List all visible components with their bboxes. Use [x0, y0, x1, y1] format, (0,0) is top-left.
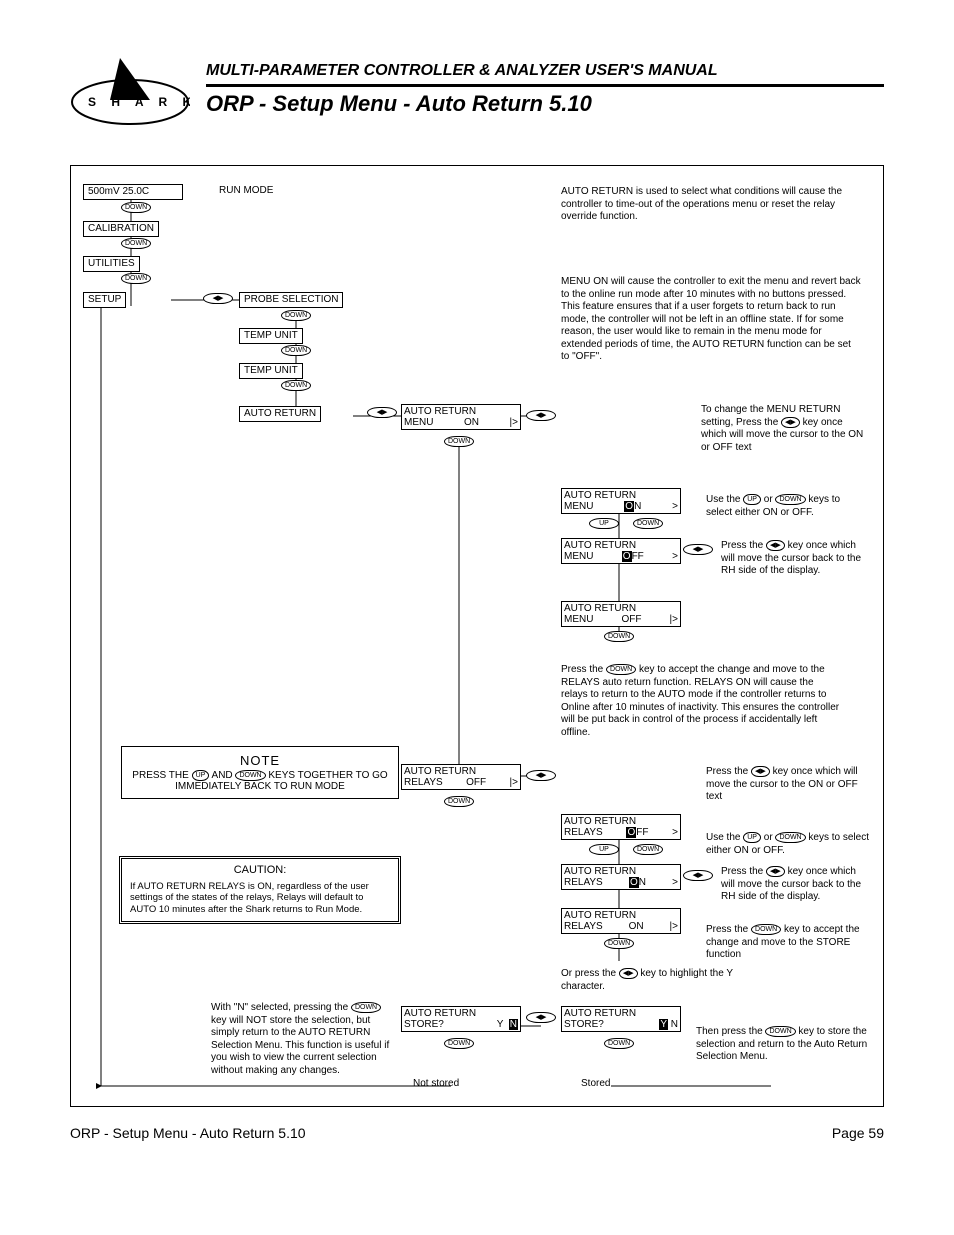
leftright-key-icon: ◀▶: [751, 766, 770, 777]
down-key-icon: DOWN: [121, 238, 151, 249]
down-key-icon: DOWN: [765, 1026, 795, 1037]
display-menu-on-highlight: AUTO RETURN MENUON>: [561, 488, 681, 514]
down-key-icon: DOWN: [351, 1002, 381, 1013]
down-key-icon: DOWN: [444, 436, 474, 447]
instr-relays-lr: Press the ◀▶ key once which will move th…: [706, 766, 871, 804]
leftright-key-icon: ◀▶: [683, 544, 713, 555]
display-reading: 500mV 25.0C: [83, 184, 183, 200]
logo-text: S H A R K: [88, 95, 190, 109]
up-key-icon: UP: [589, 518, 619, 529]
instr-then-store: Then press the DOWN key to store the sel…: [696, 1026, 871, 1064]
up-key-icon: UP: [589, 844, 619, 855]
menu-setup: SETUP: [83, 292, 126, 308]
leftright-key-icon: ◀▶: [766, 866, 785, 877]
display-store-yn: AUTO RETURN STORE?Y N: [401, 1006, 521, 1032]
display-relays-off: AUTO RETURN RELAYSOFF|>: [401, 764, 521, 790]
header-rule: [206, 84, 884, 87]
caution-box: CAUTION: If AUTO RETURN RELAYS is ON, re…: [119, 856, 401, 924]
leftright-key-icon: ◀▶: [526, 410, 556, 421]
display-menu-off-highlight: AUTO RETURN MENUOFF>: [561, 538, 681, 564]
up-key-icon: UP: [743, 832, 761, 843]
menu-probe-selection: PROBE SELECTION: [239, 292, 343, 308]
down-key-icon: DOWN: [281, 310, 311, 321]
down-key-icon: DOWN: [281, 380, 311, 391]
down-key-icon: DOWN: [606, 664, 636, 675]
shark-logo: S H A R K: [70, 52, 190, 127]
down-key-icon: DOWN: [775, 494, 805, 505]
instr-press-lr-back: Press the ◀▶ key once which will move th…: [721, 540, 871, 578]
label-not-stored: Not stored: [413, 1078, 459, 1089]
footer-left: ORP - Setup Menu - Auto Return 5.10: [70, 1125, 306, 1141]
flow-diagram: 500mV 25.0C RUN MODE DOWN CALIBRATION DO…: [70, 165, 884, 1107]
down-key-icon: DOWN: [775, 832, 805, 843]
instr-or-press: Or press the ◀▶ key to highlight the Y c…: [561, 968, 771, 993]
display-auto-return-menu-on: AUTO RETURN MENUON|>: [401, 404, 521, 430]
manual-title: MULTI-PARAMETER CONTROLLER & ANALYZER US…: [206, 62, 884, 80]
down-key-icon: DOWN: [604, 938, 634, 949]
instr-relays-updown: Use the UP or DOWN keys to select either…: [706, 832, 876, 857]
up-key-icon: UP: [743, 494, 761, 505]
down-key-icon: DOWN: [604, 631, 634, 642]
display-store-y-highlight: AUTO RETURN STORE?Y N: [561, 1006, 681, 1032]
instr-change-menu: To change the MENU RETURN setting, Press…: [701, 404, 866, 454]
instr-to-store: Press the DOWN key to accept the change …: [706, 924, 871, 962]
caution-body: If AUTO RETURN RELAYS is ON, regardless …: [130, 881, 390, 916]
section-title: ORP - Setup Menu - Auto Return 5.10: [206, 91, 884, 117]
leftright-key-icon: ◀▶: [683, 870, 713, 881]
footer-right: Page 59: [832, 1125, 884, 1141]
display-relays-off-highlight: AUTO RETURN RELAYSOFF>: [561, 814, 681, 840]
run-mode-label: RUN MODE: [219, 185, 273, 196]
instr-relays-back: Press the ◀▶ key once which will move th…: [721, 866, 871, 904]
menu-auto-return: AUTO RETURN: [239, 406, 321, 422]
down-key-icon: DOWN: [281, 345, 311, 356]
down-key-icon: DOWN: [444, 1038, 474, 1049]
menu-utilities: UTILITIES: [83, 256, 140, 272]
intro-menu-on: MENU ON will cause the controller to exi…: [561, 276, 861, 364]
instr-accept-relays: Press the DOWN key to accept the change …: [561, 664, 841, 739]
note-box: NOTE PRESS THE UP AND DOWN KEYS TOGETHER…: [121, 746, 399, 799]
instr-n-explain: With "N" selected, pressing the DOWN key…: [211, 1002, 391, 1077]
note-title: NOTE: [130, 753, 390, 768]
down-key-icon: DOWN: [121, 273, 151, 284]
down-key-icon: DOWN: [633, 844, 663, 855]
intro-auto-return: AUTO RETURN is used to select what condi…: [561, 186, 851, 224]
display-relays-on: AUTO RETURN RELAYSON|>: [561, 908, 681, 934]
down-key-icon: DOWN: [604, 1038, 634, 1049]
display-relays-on-highlight: AUTO RETURN RELAYSON>: [561, 864, 681, 890]
display-menu-off: AUTO RETURN MENUOFF|>: [561, 601, 681, 627]
down-key-icon: DOWN: [121, 202, 151, 213]
leftright-key-icon: ◀▶: [367, 407, 397, 418]
leftright-key-icon: ◀▶: [619, 968, 638, 979]
menu-temp-unit-2: TEMP UNIT: [239, 363, 303, 379]
menu-calibration: CALIBRATION: [83, 221, 159, 237]
down-key-icon: DOWN: [751, 924, 781, 935]
up-key-icon: UP: [192, 770, 210, 781]
instr-use-updown: Use the UP or DOWN keys to select either…: [706, 494, 866, 519]
menu-temp-unit-1: TEMP UNIT: [239, 328, 303, 344]
label-stored: Stored: [581, 1078, 610, 1089]
down-key-icon: DOWN: [633, 518, 663, 529]
leftright-key-icon: ◀▶: [203, 293, 233, 304]
caution-title: CAUTION:: [130, 865, 390, 877]
down-key-icon: DOWN: [235, 770, 265, 781]
leftright-key-icon: ◀▶: [526, 1012, 556, 1023]
leftright-key-icon: ◀▶: [526, 770, 556, 781]
down-key-icon: DOWN: [444, 796, 474, 807]
leftright-key-icon: ◀▶: [766, 540, 785, 551]
leftright-key-icon: ◀▶: [781, 417, 800, 428]
